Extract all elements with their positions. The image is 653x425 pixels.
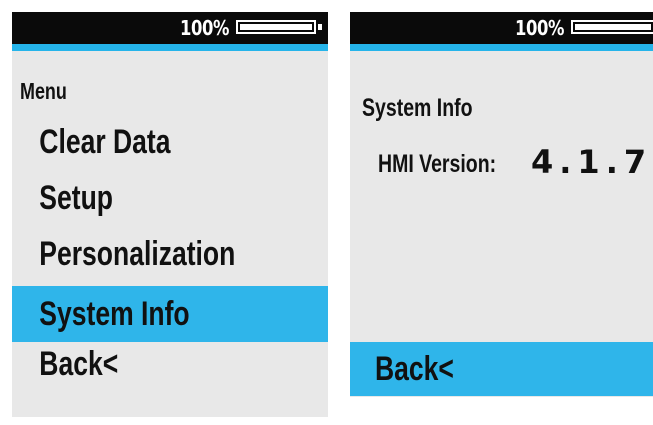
back-button-label: Back< [374, 350, 454, 388]
menu-item-personalization[interactable]: Personalization [12, 228, 328, 280]
battery-icon [571, 20, 653, 34]
page-title: System Info [362, 94, 473, 122]
hmi-version-label: HMI Version: [378, 150, 497, 178]
menu-item-label: System Info [39, 295, 190, 333]
accent-strip [350, 44, 653, 51]
menu-item-label: Back< [39, 345, 119, 383]
battery-percentage: 100% [515, 16, 565, 40]
system-info-screen: 100% System Info HMI Version: 4.1.7 Back… [350, 12, 653, 397]
menu-item-setup[interactable]: Setup [12, 172, 328, 224]
menu-item-label: Personalization [39, 235, 236, 273]
battery-icon [236, 20, 316, 34]
battery-level-fill [575, 24, 651, 30]
menu-item-clear-data[interactable]: Clear Data [12, 116, 328, 168]
menu-heading: Menu [20, 78, 67, 104]
menu-item-label: Clear Data [39, 123, 171, 161]
menu-screen: 100% Menu Clear Data Setup Personalizati… [12, 12, 328, 417]
status-bar: 100% [12, 12, 328, 44]
battery-tip-icon [318, 24, 322, 30]
hmi-version-value: 4.1.7 [531, 143, 653, 181]
menu-item-system-info[interactable]: System Info [12, 286, 328, 342]
battery-level-fill [240, 24, 312, 30]
accent-strip [12, 44, 328, 51]
menu-item-label: Setup [39, 179, 113, 217]
status-bar: 100% [350, 12, 653, 44]
menu-item-back[interactable]: Back< [12, 338, 328, 390]
back-button[interactable]: Back< [350, 342, 653, 396]
battery-percentage: 100% [180, 16, 230, 40]
